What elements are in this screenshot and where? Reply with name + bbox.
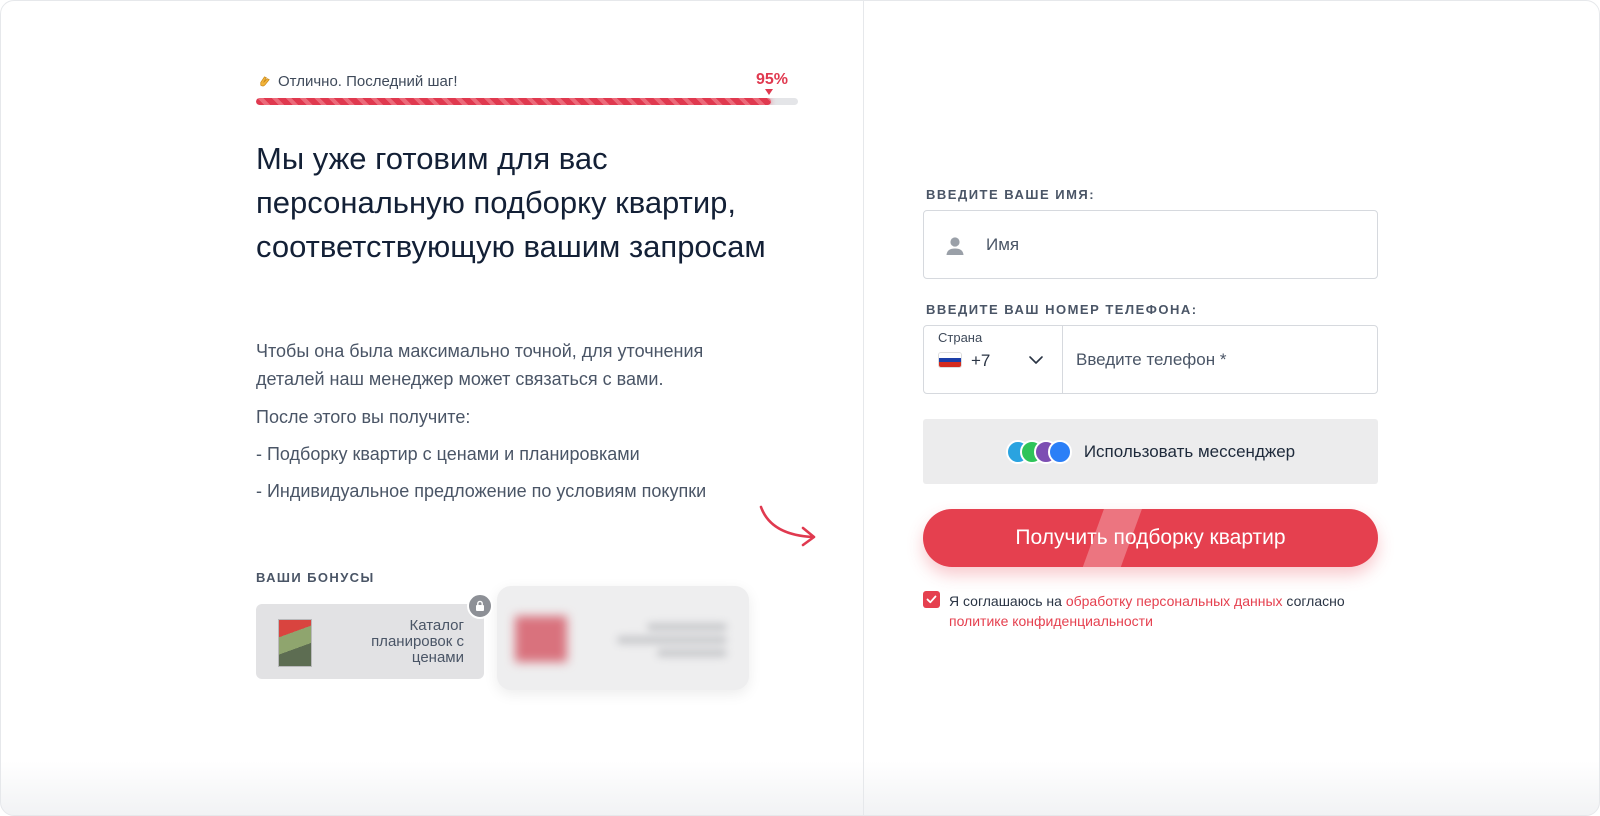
progress-percent: 95% bbox=[755, 71, 788, 88]
progress-marker bbox=[765, 89, 773, 95]
progress-status: Отлично. Последний шаг! bbox=[256, 73, 457, 90]
lock-icon bbox=[467, 593, 493, 619]
country-label: Страна bbox=[938, 330, 983, 345]
clap-icon bbox=[256, 74, 272, 90]
privacy-data-link[interactable]: обработку персональных данных bbox=[1066, 593, 1283, 609]
page-title: Мы уже готовим для вас персональную подб… bbox=[256, 141, 766, 264]
bonuses-title: ВАШИ БОНУСЫ bbox=[256, 570, 375, 585]
locked-thumbnail bbox=[515, 616, 567, 662]
messenger-button-label: Использовать мессенджер bbox=[1083, 441, 1296, 461]
phone-field: Страна +7 bbox=[923, 325, 1378, 394]
country-code: +7 bbox=[971, 351, 991, 370]
bonus-card-label: Каталог планировок с ценами bbox=[371, 617, 464, 666]
progress-section: Отлично. Последний шаг! 95% bbox=[256, 71, 798, 111]
progress-bar bbox=[256, 98, 798, 105]
name-input[interactable] bbox=[986, 211, 1366, 278]
benefit-item: - Индивидуальное предложение по условиям… bbox=[256, 481, 707, 501]
russia-flag-icon bbox=[939, 353, 961, 367]
consent-checkbox[interactable] bbox=[923, 591, 940, 608]
messenger-icons bbox=[1005, 439, 1074, 464]
phone-field-label: ВВЕДИТЕ ВАШ НОМЕР ТЕЛЕФОНА: bbox=[926, 302, 1198, 317]
consent-prefix: Я соглашаюсь на bbox=[949, 593, 1062, 609]
progress-text: Отлично. Последний шаг! bbox=[278, 73, 458, 90]
submit-button-label: Получить подборку квартир bbox=[1015, 526, 1286, 549]
arrow-icon bbox=[759, 505, 816, 547]
name-field bbox=[923, 210, 1378, 279]
consent-text: Я соглашаюсь на обработку персональных д… bbox=[949, 591, 1379, 631]
user-icon bbox=[946, 237, 964, 255]
country-select[interactable]: Страна +7 bbox=[924, 326, 1063, 393]
checkmark-icon bbox=[926, 595, 937, 604]
messenger-icon bbox=[1047, 439, 1072, 464]
intro-paragraph: Чтобы она была максимально точной, для у… bbox=[256, 341, 704, 389]
consent-middle: согласно bbox=[1286, 593, 1345, 609]
bonus-card-locked bbox=[497, 586, 749, 690]
catalog-thumbnail bbox=[278, 619, 312, 667]
phone-input[interactable] bbox=[1063, 326, 1377, 393]
chevron-down-icon bbox=[1029, 356, 1043, 364]
benefit-item: - Подборку квартир с ценами и планировка… bbox=[256, 444, 640, 464]
bonus-card-catalog[interactable]: Каталог планировок с ценами bbox=[256, 604, 484, 679]
submit-button[interactable]: Получить подборку квартир bbox=[923, 509, 1378, 567]
benefits-intro: После этого вы получите: bbox=[256, 407, 471, 427]
column-divider bbox=[863, 1, 864, 815]
privacy-policy-link[interactable]: политике конфиденциальности bbox=[949, 613, 1153, 629]
messenger-button[interactable]: Использовать мессенджер bbox=[923, 419, 1378, 484]
page-frame: Отлично. Последний шаг! 95% Мы уже готов… bbox=[0, 0, 1600, 816]
name-field-label: ВВЕДИТЕ ВАШЕ ИМЯ: bbox=[926, 187, 1096, 202]
locked-text-placeholder bbox=[597, 618, 727, 658]
progress-bar-fill bbox=[256, 98, 771, 105]
